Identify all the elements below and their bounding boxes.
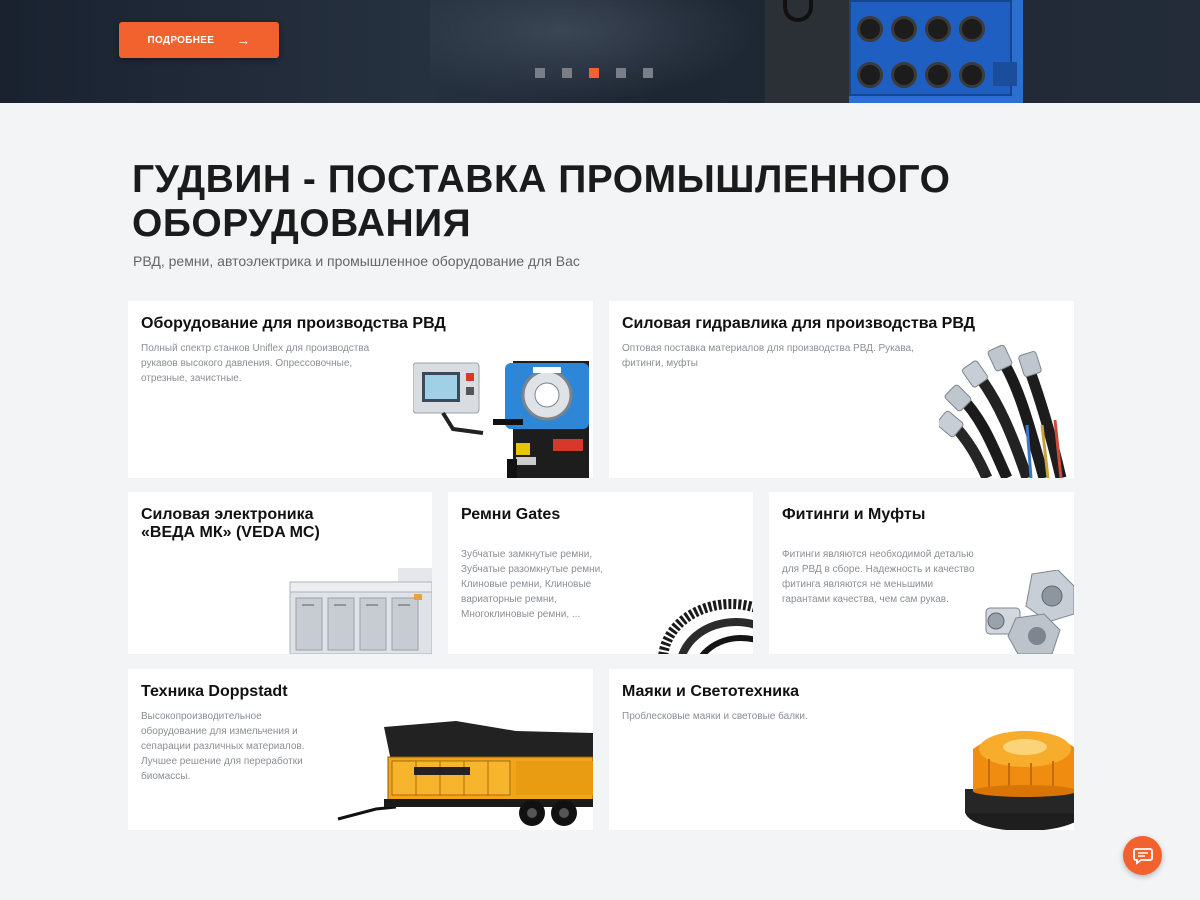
- card-title: Оборудование для производства РВД: [141, 315, 446, 332]
- card-text: Фитинги являются необходимой деталью для…: [782, 549, 975, 605]
- slider-dot[interactable]: [562, 68, 572, 78]
- crimping-machine-image: [412, 359, 593, 478]
- card-fittings[interactable]: Фитинги и Муфты Фитинги являются необход…: [769, 492, 1074, 654]
- card-title: Силовая гидравлика для производства РВД: [622, 315, 976, 332]
- card-title: Фитинги и Муфты: [782, 506, 926, 523]
- card-text: Высокопроизводительное оборудование для …: [141, 711, 305, 782]
- card-text: Зубчатые замкнутые ремни, Зубчатые разом…: [461, 549, 604, 620]
- doppstadt-machine-image: [336, 721, 593, 827]
- hoses-image: [936, 344, 1074, 478]
- fittings-image: [982, 569, 1074, 654]
- page-subtitle: РВД, ремни, автоэлектрика и промышленное…: [133, 253, 580, 269]
- card-beacons[interactable]: Маяки и Светотехника Проблесковые маяки …: [609, 669, 1074, 830]
- arrow-right-icon: →: [236, 32, 251, 48]
- card-rvd-equipment[interactable]: Оборудование для производства РВД Полный…: [128, 301, 593, 478]
- card-text: Проблесковые маяки и световые балки.: [622, 711, 808, 722]
- slider-dot[interactable]: [616, 68, 626, 78]
- slider-dot[interactable]: [535, 68, 545, 78]
- chat-bubble-icon: [1132, 847, 1153, 865]
- page-title: ГУДВИН - ПОСТАВКА ПРОМЫШЛЕННОГО ОБОРУДОВ…: [132, 158, 951, 245]
- slider-dot-active[interactable]: [589, 68, 599, 78]
- card-hydraulics[interactable]: Силовая гидравлика для производства РВД …: [609, 301, 1074, 478]
- slider-dots: [535, 68, 653, 78]
- chat-button[interactable]: [1123, 836, 1162, 875]
- card-title: Ремни Gates: [461, 506, 561, 523]
- card-text: Оптовая поставка материалов для производ…: [622, 343, 914, 369]
- card-doppstadt[interactable]: Техника Doppstadt Высокопроизводительное…: [128, 669, 593, 830]
- card-title: Техника Doppstadt: [141, 683, 288, 700]
- slider-dot[interactable]: [643, 68, 653, 78]
- hero-machine-image: [765, 0, 1023, 103]
- electrical-cabinets-image: [288, 568, 432, 654]
- card-text: Полный спектр станков Uniflex для произв…: [141, 343, 370, 384]
- belts-image: [656, 590, 753, 654]
- card-power-electronics[interactable]: Силовая электроника «ВЕДА МК» (VEDA MC): [128, 492, 432, 654]
- hero-slider: ПОДРОБНЕЕ →: [0, 0, 1200, 103]
- more-button-label: ПОДРОБНЕЕ: [147, 34, 215, 46]
- card-gates-belts[interactable]: Ремни Gates Зубчатые замкнутые ремни, Зу…: [448, 492, 753, 654]
- card-title: Силовая электроника «ВЕДА МК» (VEDA MC): [141, 506, 320, 541]
- more-button[interactable]: ПОДРОБНЕЕ →: [119, 22, 279, 58]
- beacon-image: [959, 719, 1074, 830]
- card-title: Маяки и Светотехника: [622, 683, 800, 700]
